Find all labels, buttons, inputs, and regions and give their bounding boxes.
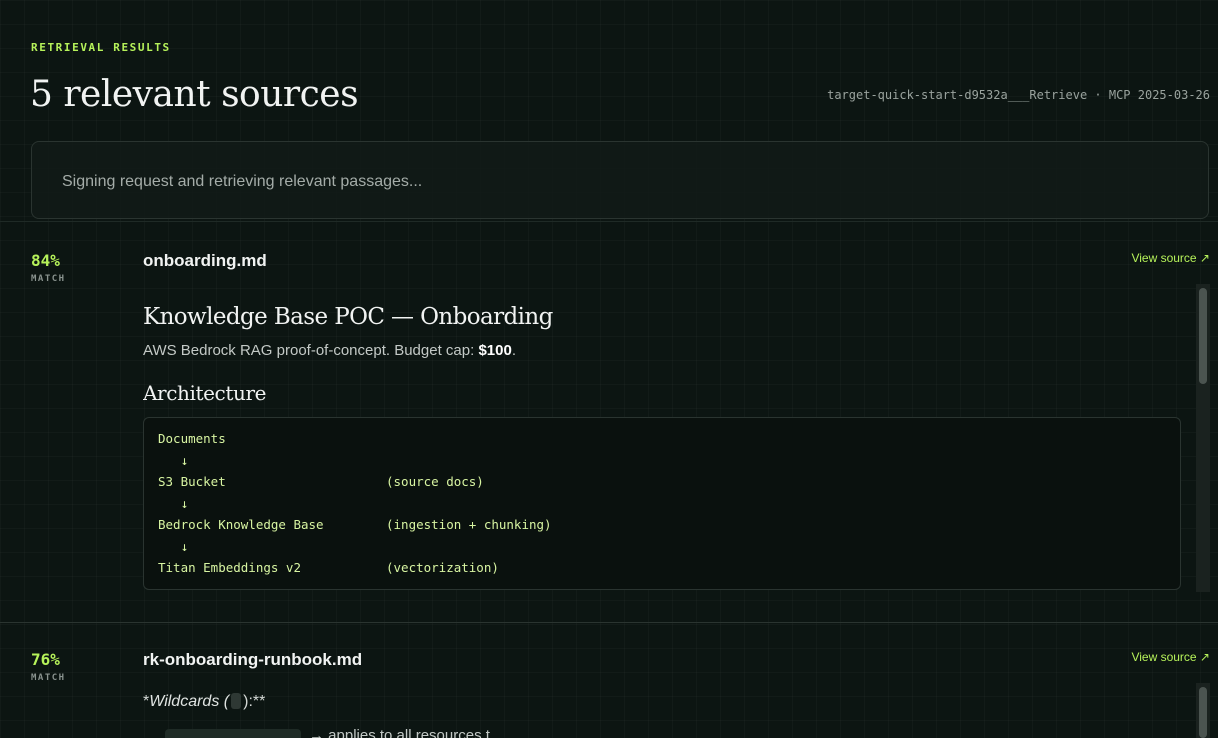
- code-line: Documents: [158, 431, 226, 446]
- code-line: ↓: [158, 452, 189, 468]
- view-source-link[interactable]: View source ↗: [1131, 251, 1210, 265]
- doc-subheading: Architecture: [143, 381, 267, 405]
- status-message: Signing request and retrieving relevant …: [62, 173, 423, 190]
- match-label: MATCH: [31, 673, 66, 683]
- doc-heading: Knowledge Base POC — Onboarding: [143, 304, 553, 330]
- budget-value: $100: [478, 342, 512, 359]
- code-line: Titan Embeddings v2 (vectorization): [158, 560, 499, 575]
- match-label: MATCH: [31, 274, 66, 284]
- view-source-link[interactable]: View source ↗: [1131, 650, 1210, 664]
- source-preview[interactable]: *Wildcards ():** → applies to all resour…: [143, 683, 1181, 738]
- page-title: 5 relevant sources: [30, 74, 359, 115]
- code-line: ↓: [158, 495, 189, 511]
- status-panel: Signing request and retrieving relevant …: [31, 141, 1209, 219]
- doc-paragraph-text: AWS Bedrock RAG proof-of-concept. Budget…: [143, 342, 479, 359]
- source-preview[interactable]: Knowledge Base POC — Onboarding AWS Bedr…: [143, 284, 1181, 592]
- source-filename: onboarding.md: [143, 251, 267, 270]
- code-line: S3 Bucket (source docs): [158, 474, 484, 489]
- code-line: ↓: [158, 538, 189, 554]
- source-filename: rk-onboarding-runbook.md: [143, 650, 363, 669]
- preview-scrollbar[interactable]: [1196, 284, 1210, 592]
- request-meta: target-quick-start-d9532a___Retrieve · M…: [827, 88, 1210, 102]
- preview-scrollbar[interactable]: [1196, 683, 1210, 738]
- doc-paragraph-end: .: [511, 342, 516, 359]
- inline-code-chip: [165, 729, 301, 738]
- inline-code-chip: [231, 693, 242, 709]
- doc-line: *Wildcards ():**: [143, 693, 266, 710]
- scrollbar-thumb[interactable]: [1199, 288, 1207, 384]
- doc-line: → applies to all resources t: [143, 721, 1181, 738]
- match-score: 84%: [31, 251, 60, 270]
- match-score: 76%: [31, 650, 60, 669]
- code-block: Documents ↓ S3 Bucket (source docs) ↓ Bed…: [143, 417, 1181, 590]
- result-card: 84% MATCH onboarding.md View source ↗ Kn…: [0, 221, 1218, 623]
- scrollbar-thumb[interactable]: [1199, 687, 1207, 738]
- doc-paragraph: AWS Bedrock RAG proof-of-concept. Budget…: [143, 342, 1181, 359]
- code-line: Bedrock Knowledge Base (ingestion + chunk…: [158, 517, 552, 532]
- result-card: 76% MATCH rk-onboarding-runbook.md View …: [0, 621, 1218, 738]
- section-eyebrow: RETRIEVAL RESULTS: [31, 41, 171, 54]
